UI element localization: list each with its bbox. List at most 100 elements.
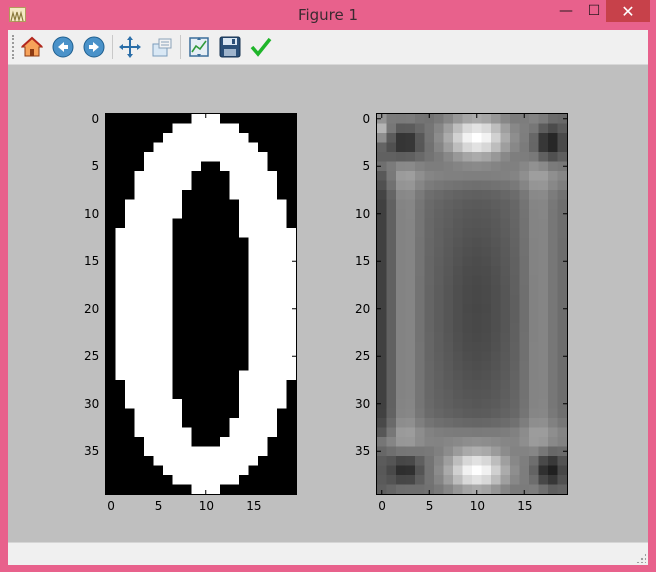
heatmap-cell — [481, 323, 492, 333]
heatmap-cell — [538, 484, 549, 494]
heatmap-cell — [210, 361, 221, 371]
heatmap-cell — [472, 152, 482, 162]
figure-canvas[interactable]: 0 5 10 15 0 5 10 15 20 25 30 35 0 5 10 15 0 5 10 15 20 25 30 3… — [8, 65, 648, 542]
heatmap-cell — [106, 332, 116, 343]
heatmap-cell — [144, 133, 154, 143]
heatmap-cell — [115, 437, 126, 447]
heatmap-cell — [443, 313, 454, 324]
heatmap-cell — [472, 237, 482, 248]
heatmap-cell — [491, 209, 501, 219]
heatmap-cell — [125, 342, 135, 352]
heatmap-cell — [163, 370, 173, 381]
heatmap-cell — [377, 218, 387, 229]
heatmap-cell — [153, 465, 164, 476]
heatmap-cell — [115, 370, 126, 381]
subplots-button[interactable] — [187, 35, 211, 59]
heatmap-cell — [248, 294, 259, 305]
heatmap-cell — [220, 190, 230, 200]
heatmap-cell — [182, 427, 192, 438]
back-button[interactable] — [51, 35, 75, 59]
edit-parameters-button[interactable] — [249, 35, 273, 59]
zoom-rect-icon — [152, 38, 172, 57]
heatmap-cell — [434, 389, 444, 400]
pan-button[interactable] — [118, 35, 142, 59]
heatmap-cell — [153, 171, 164, 181]
heatmap-cell — [557, 427, 567, 438]
heatmap-cell — [172, 342, 183, 352]
heatmap-cell — [396, 427, 406, 438]
maximize-button[interactable]: ☐ — [580, 0, 608, 22]
heatmap-cell — [500, 323, 511, 333]
home-button[interactable] — [20, 35, 44, 59]
minimize-button[interactable]: — — [552, 0, 580, 22]
zoom-button[interactable] — [150, 35, 174, 59]
close-button[interactable]: ✕ — [606, 0, 650, 22]
heatmap-cell — [557, 285, 567, 295]
heatmap-cell — [519, 465, 530, 476]
heatmap-cell — [510, 218, 520, 229]
heatmap-cell — [163, 133, 173, 143]
resize-grip[interactable] — [636, 553, 646, 563]
toolbar-separator — [180, 35, 181, 59]
heatmap-cell — [144, 199, 154, 210]
heatmap-cell — [277, 152, 287, 162]
heatmap-cell — [267, 247, 278, 257]
heatmap-cell — [258, 142, 268, 153]
heatmap-cell — [220, 418, 230, 428]
heatmap-cell — [125, 465, 135, 476]
heatmap-cell — [529, 408, 539, 419]
heatmap-cell — [396, 418, 406, 428]
heatmap-cell — [182, 399, 192, 409]
left-image-axes[interactable] — [105, 113, 297, 495]
heatmap-cell — [386, 123, 397, 134]
heatmap-cell — [267, 171, 278, 181]
title-bar[interactable]: Figure 1 — ☐ ✕ — [0, 0, 656, 30]
heatmap-cell — [267, 456, 278, 466]
heatmap-cell — [472, 304, 482, 314]
heatmap-cell — [201, 152, 211, 162]
heatmap-cell — [248, 266, 259, 276]
heatmap-cell — [424, 446, 435, 457]
heatmap-cell — [248, 313, 259, 324]
heatmap-cell — [396, 247, 406, 257]
heatmap-cell — [229, 361, 240, 371]
heatmap-cell — [424, 437, 435, 447]
heatmap-cell — [267, 256, 278, 267]
heatmap-cell — [424, 294, 435, 305]
heatmap-cell — [191, 133, 202, 143]
heatmap-cell — [267, 114, 278, 124]
heatmap-cell — [153, 285, 164, 295]
heatmap-cell — [210, 199, 221, 210]
heatmap-cell — [106, 313, 116, 324]
heatmap-cell — [453, 342, 463, 352]
heatmap-cell — [239, 313, 249, 324]
heatmap-cell — [415, 465, 425, 476]
heatmap-cell — [106, 465, 116, 476]
heatmap-cell — [557, 228, 567, 238]
heatmap-cell — [538, 256, 549, 267]
heatmap-cell — [510, 342, 520, 352]
heatmap-cell — [258, 161, 268, 172]
heatmap-cell — [172, 465, 183, 476]
heatmap-cell — [434, 475, 444, 485]
heatmap-cell — [134, 247, 145, 257]
heatmap-cell — [529, 475, 539, 485]
heatmap-cell — [405, 114, 416, 124]
heatmap-cell — [472, 389, 482, 400]
heatmap-cell — [248, 475, 259, 485]
heatmap-cell — [239, 199, 249, 210]
heatmap-cell — [229, 446, 240, 457]
heatmap-cell — [163, 294, 173, 305]
heatmap-cell — [163, 408, 173, 419]
heatmap-cell — [229, 351, 240, 362]
figure-client-area: 0 5 10 15 0 5 10 15 20 25 30 35 0 5 10 15 0 5 10 15 20 25 30 3… — [8, 30, 648, 565]
heatmap-cell — [434, 294, 444, 305]
save-button[interactable] — [218, 35, 242, 59]
heatmap-cell — [434, 285, 444, 295]
heatmap-cell — [396, 228, 406, 238]
right-image-axes[interactable] — [376, 113, 568, 495]
toolbar-grip[interactable] — [12, 35, 17, 59]
heatmap-cell — [220, 304, 230, 314]
heatmap-cell — [134, 427, 145, 438]
forward-button[interactable] — [82, 35, 106, 59]
